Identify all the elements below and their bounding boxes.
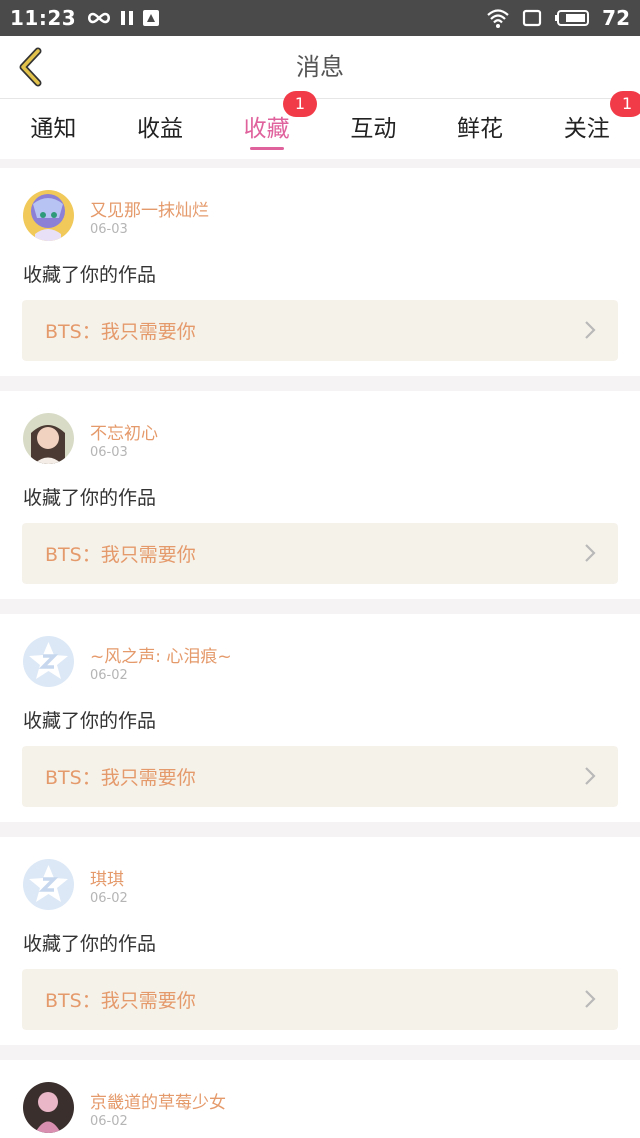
tab-earnings[interactable]: 收益 bbox=[107, 99, 214, 159]
notification-app-icon bbox=[143, 10, 160, 26]
list-item: ~风之声: 心泪痕~ 06-02 收藏了你的作品 BTS：我只需要你 bbox=[0, 614, 640, 822]
username[interactable]: 京畿道的草莓少女 bbox=[90, 1088, 226, 1113]
battery-level: 72 bbox=[602, 6, 630, 30]
default-avatar-icon bbox=[23, 636, 74, 687]
chevron-right-icon bbox=[585, 767, 596, 785]
action-text: 收藏了你的作品 bbox=[23, 264, 157, 286]
work-title: BTS：我只需要你 bbox=[45, 990, 196, 1012]
infinity-icon bbox=[88, 12, 111, 24]
chevron-right-icon bbox=[585, 544, 596, 562]
list-item: 不忘初心 06-03 收藏了你的作品 BTS：我只需要你 bbox=[0, 391, 640, 599]
tab-interactions[interactable]: 互动 bbox=[320, 99, 427, 159]
username[interactable]: 琪琪 bbox=[90, 865, 124, 890]
timestamp: 06-03 bbox=[90, 222, 128, 237]
header-bar: 消息 bbox=[0, 36, 640, 99]
unread-badge: 1 bbox=[610, 91, 640, 117]
timestamp: 06-02 bbox=[90, 668, 128, 683]
chevron-right-icon bbox=[585, 321, 596, 339]
tab-favorites[interactable]: 收藏 1 bbox=[213, 91, 320, 159]
tab-bar: 通知 收益 收藏 1 互动 鲜花 关注 1 bbox=[0, 91, 640, 159]
work-link[interactable]: BTS：我只需要你 bbox=[22, 969, 618, 1030]
page-title: 消息 bbox=[296, 53, 344, 81]
list-item: 又见那一抹灿烂 06-03 收藏了你的作品 BTS：我只需要你 bbox=[0, 168, 640, 376]
back-button[interactable] bbox=[12, 46, 48, 88]
avatar[interactable] bbox=[23, 636, 74, 687]
status-time: 11:23 bbox=[10, 6, 77, 30]
anime-avatar-icon bbox=[23, 190, 74, 241]
tab-label: 收益 bbox=[137, 116, 183, 142]
timestamp: 06-02 bbox=[90, 891, 128, 906]
avatar[interactable] bbox=[23, 413, 74, 464]
wifi-icon bbox=[487, 9, 509, 28]
unread-badge: 1 bbox=[283, 91, 318, 117]
avatar[interactable] bbox=[23, 1082, 74, 1133]
tab-notifications[interactable]: 通知 bbox=[0, 99, 107, 159]
avatar[interactable] bbox=[23, 190, 74, 241]
work-title: BTS：我只需要你 bbox=[45, 767, 196, 789]
chevron-right-icon bbox=[585, 990, 596, 1008]
battery-icon bbox=[555, 10, 590, 26]
default-avatar-icon bbox=[23, 859, 74, 910]
active-tab-indicator bbox=[249, 147, 284, 150]
pause-icon bbox=[121, 11, 134, 25]
username[interactable]: ~风之声: 心泪痕~ bbox=[90, 642, 232, 667]
tab-label: 鲜花 bbox=[457, 116, 504, 142]
username[interactable]: 又见那一抹灿烂 bbox=[90, 196, 209, 221]
work-link[interactable]: BTS：我只需要你 bbox=[22, 523, 618, 584]
username[interactable]: 不忘初心 bbox=[90, 419, 158, 444]
timestamp: 06-03 bbox=[90, 445, 128, 460]
tab-flowers[interactable]: 鲜花 bbox=[427, 99, 534, 159]
status-bar: 11:23 72 bbox=[0, 0, 640, 36]
work-link[interactable]: BTS：我只需要你 bbox=[22, 300, 618, 361]
tab-label: 通知 bbox=[30, 116, 77, 142]
back-arrow-icon bbox=[19, 47, 42, 87]
tab-label: 关注 bbox=[563, 116, 610, 142]
photo-avatar-icon bbox=[23, 413, 74, 464]
avatar[interactable] bbox=[23, 859, 74, 910]
work-link[interactable]: BTS：我只需要你 bbox=[22, 746, 618, 807]
action-text: 收藏了你的作品 bbox=[23, 933, 157, 955]
list-item: 京畿道的草莓少女 06-02 bbox=[0, 1060, 640, 1138]
timestamp: 06-02 bbox=[90, 1114, 128, 1129]
message-list: 又见那一抹灿烂 06-03 收藏了你的作品 BTS：我只需要你 不忘初心 06-… bbox=[0, 168, 640, 1138]
tab-follows[interactable]: 关注 1 bbox=[533, 91, 640, 159]
list-item: 琪琪 06-02 收藏了你的作品 BTS：我只需要你 bbox=[0, 837, 640, 1045]
action-text: 收藏了你的作品 bbox=[23, 487, 157, 509]
work-title: BTS：我只需要你 bbox=[45, 544, 196, 566]
tab-label: 收藏 bbox=[243, 116, 290, 142]
screen-rotation-icon bbox=[523, 9, 542, 27]
tab-label: 互动 bbox=[350, 116, 397, 142]
work-title: BTS：我只需要你 bbox=[45, 321, 196, 343]
photo-avatar-icon bbox=[23, 1082, 74, 1133]
action-text: 收藏了你的作品 bbox=[23, 710, 157, 732]
